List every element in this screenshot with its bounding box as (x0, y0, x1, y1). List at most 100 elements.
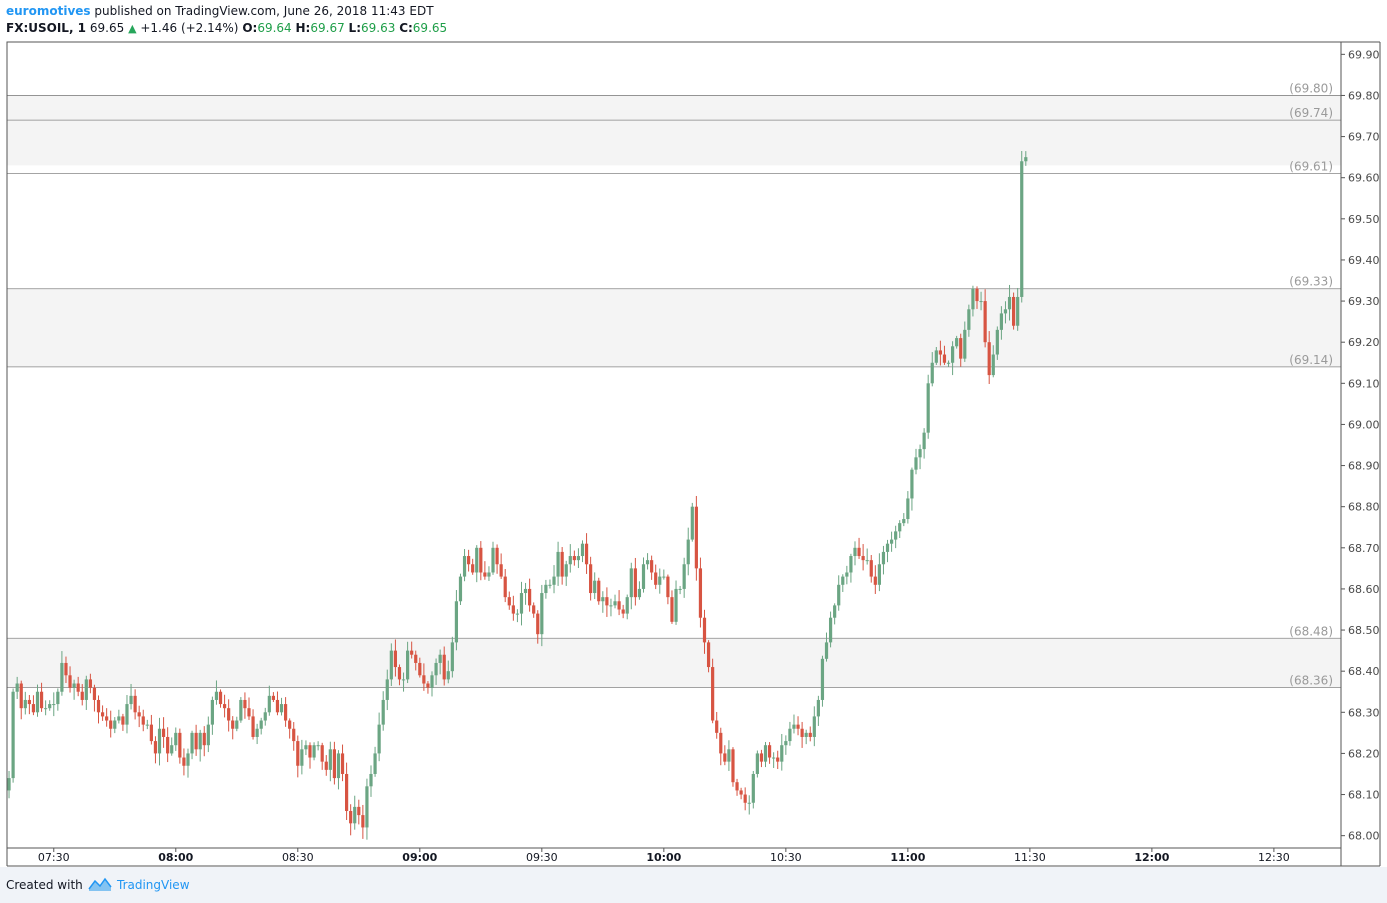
level-zone (7, 288, 1341, 367)
candle-body (157, 728, 162, 754)
candle-body (922, 432, 926, 450)
candle (800, 721, 804, 748)
candle (507, 591, 511, 610)
candle-body (658, 576, 662, 585)
candle-body (792, 724, 796, 729)
candle-body (975, 288, 979, 302)
candle (719, 727, 723, 766)
candle-body (64, 662, 68, 676)
y-tick-label: 68.80 (1348, 501, 1380, 514)
level-zone (7, 95, 1341, 121)
candle-body (1012, 296, 1016, 326)
candle-body (332, 749, 336, 779)
candle (747, 795, 751, 815)
y-tick-label: 68.20 (1348, 747, 1380, 760)
candle (454, 590, 459, 651)
candle-body (19, 683, 23, 709)
candle-body (336, 753, 341, 779)
candle (841, 574, 845, 592)
candle (755, 750, 759, 778)
candle-body (279, 704, 284, 713)
candle-body (670, 597, 674, 622)
price-axis[interactable]: 69.90 69.80 69.70 69.60 69.50 69.40 69.30 69.20… (1341, 48, 1380, 843)
tradingview-link[interactable]: TradingView (117, 878, 190, 892)
candle-body (971, 288, 975, 310)
candle (845, 565, 849, 585)
candle (767, 742, 772, 764)
candle (804, 729, 808, 745)
candle (511, 595, 515, 621)
candle-body (743, 794, 747, 803)
candle (369, 765, 373, 797)
candle-body (686, 539, 690, 565)
candle (698, 557, 703, 628)
candle (828, 611, 833, 648)
candle-body (68, 675, 72, 688)
candle-body (528, 588, 532, 606)
candle-body (589, 564, 593, 594)
candle-body (654, 572, 658, 585)
candle-body (422, 675, 426, 684)
candle-body (979, 301, 983, 303)
candle-body (259, 720, 263, 729)
candle-body (304, 745, 308, 750)
candle-body (247, 708, 251, 717)
candle-body (576, 556, 581, 561)
candle-body (239, 699, 243, 721)
candle (190, 730, 194, 760)
candle (255, 723, 259, 745)
candle (788, 721, 792, 746)
candle-body (841, 576, 845, 585)
y-tick-label: 68.10 (1348, 789, 1380, 802)
time-axis[interactable]: 07:30 08:00 08:30 09:00 09:30 10:00 10:30 11:00… (38, 848, 1290, 864)
level-zone (7, 638, 1341, 688)
tradingview-logo-icon[interactable] (88, 876, 112, 892)
candle-body (84, 679, 88, 700)
candle-body (418, 662, 422, 676)
y-tick-label: 69.10 (1348, 377, 1380, 390)
candle-body (593, 580, 597, 594)
candle (210, 696, 214, 735)
candle (633, 557, 637, 606)
candle-body (410, 650, 414, 655)
candle (7, 770, 11, 799)
candle (345, 762, 349, 821)
candle-body (515, 613, 520, 615)
price-chart[interactable]: (69.80) (69.74) (69.61) (69.33) (69.14) (68.4… (0, 0, 1387, 867)
candle-body (137, 712, 141, 717)
candle-body (519, 593, 524, 614)
candle (153, 736, 158, 764)
candle (609, 598, 613, 617)
candle-body (633, 568, 637, 598)
candle-body (727, 749, 731, 762)
candle (353, 795, 357, 830)
candle (483, 561, 487, 580)
candle-body (397, 667, 402, 680)
candle (340, 744, 345, 782)
x-tick-label: 09:30 (526, 851, 558, 864)
candle-body (767, 745, 772, 758)
candle-body (963, 329, 967, 359)
candle-body (910, 469, 914, 499)
candle-body (507, 597, 511, 606)
candle-body (698, 568, 703, 618)
candle (662, 569, 666, 580)
candle (816, 695, 820, 726)
candle-body (340, 753, 345, 774)
candle (145, 719, 149, 730)
candle-body (987, 342, 991, 376)
candle (780, 733, 784, 771)
candle-body (666, 576, 670, 598)
candle-body (292, 728, 296, 742)
candle (1012, 292, 1016, 330)
candle-body (894, 531, 898, 540)
candle-body (161, 728, 166, 737)
candle (149, 714, 153, 745)
candle-body (609, 605, 613, 607)
candle (735, 778, 739, 796)
candle-body (942, 354, 947, 363)
candle-body (227, 708, 231, 721)
candle-body (808, 732, 812, 737)
candle (52, 692, 56, 717)
candle (174, 727, 178, 751)
